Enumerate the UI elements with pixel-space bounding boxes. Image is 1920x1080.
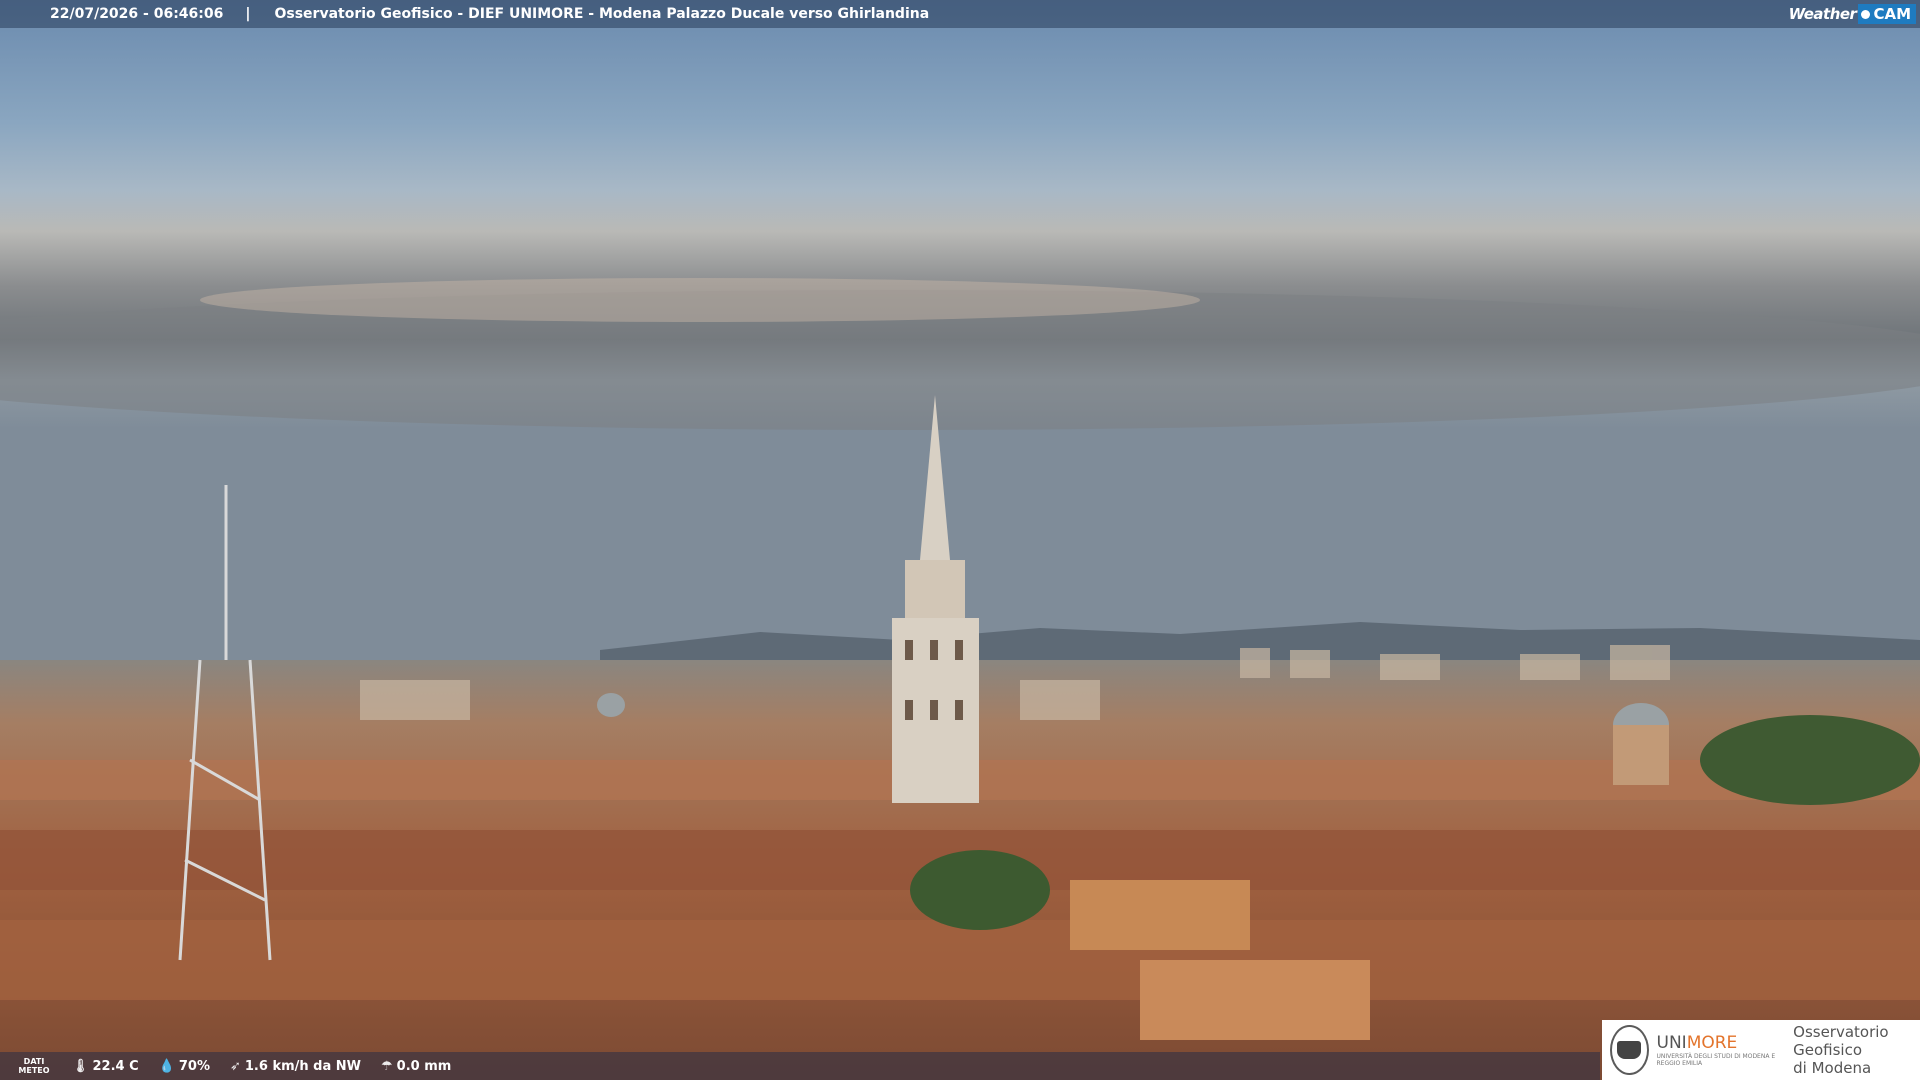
separator: | bbox=[245, 6, 251, 22]
camera-title: Osservatorio Geofisico - DIEF UNIMORE - … bbox=[274, 6, 930, 22]
weathercam-brand-cam: CAM bbox=[1858, 4, 1916, 24]
unimore-logo: UNIMORE UNIVERSITÀ DEGLI STUDI DI MODENA… bbox=[1602, 1020, 1920, 1080]
observatory-name: Osservatorio Geofisico di Modena bbox=[1793, 1023, 1889, 1077]
weathercam-brand-weather: Weather bbox=[1788, 5, 1857, 23]
unimore-brand: UNIMORE UNIVERSITÀ DEGLI STUDI DI MODENA… bbox=[1656, 1033, 1776, 1067]
temperature-reading: 🌡 22.4 C bbox=[72, 1058, 139, 1074]
webcam-scene bbox=[0, 0, 1920, 1080]
wind-icon: ➶ bbox=[229, 1058, 241, 1074]
unimore-seal-icon bbox=[1610, 1025, 1649, 1075]
header-bar: 22/07/2026 - 06:46:06 | Osservatorio Geo… bbox=[0, 0, 1920, 28]
datetime: 22/07/2026 - 06:46:06 bbox=[50, 6, 224, 22]
rain-icon: ☂ bbox=[381, 1058, 393, 1074]
weathercam-logo: Weather CAM bbox=[1789, 4, 1916, 24]
humidity-reading: 💧 70% bbox=[158, 1058, 210, 1074]
thermometer-icon: 🌡 bbox=[72, 1058, 89, 1074]
weather-label: DATI METEO bbox=[18, 1057, 50, 1075]
weather-bar: DATI METEO 🌡 22.4 C 💧 70% ➶ 1.6 km/h da NW … bbox=[0, 1052, 1600, 1080]
rain-reading: ☂ 0.0 mm bbox=[381, 1058, 452, 1074]
trees bbox=[1700, 715, 1920, 805]
humidity-drop-icon: 💧 bbox=[158, 1058, 175, 1074]
weathercam-dot-icon bbox=[1861, 9, 1871, 19]
wind-reading: ➶ 1.6 km/h da NW bbox=[229, 1058, 361, 1074]
